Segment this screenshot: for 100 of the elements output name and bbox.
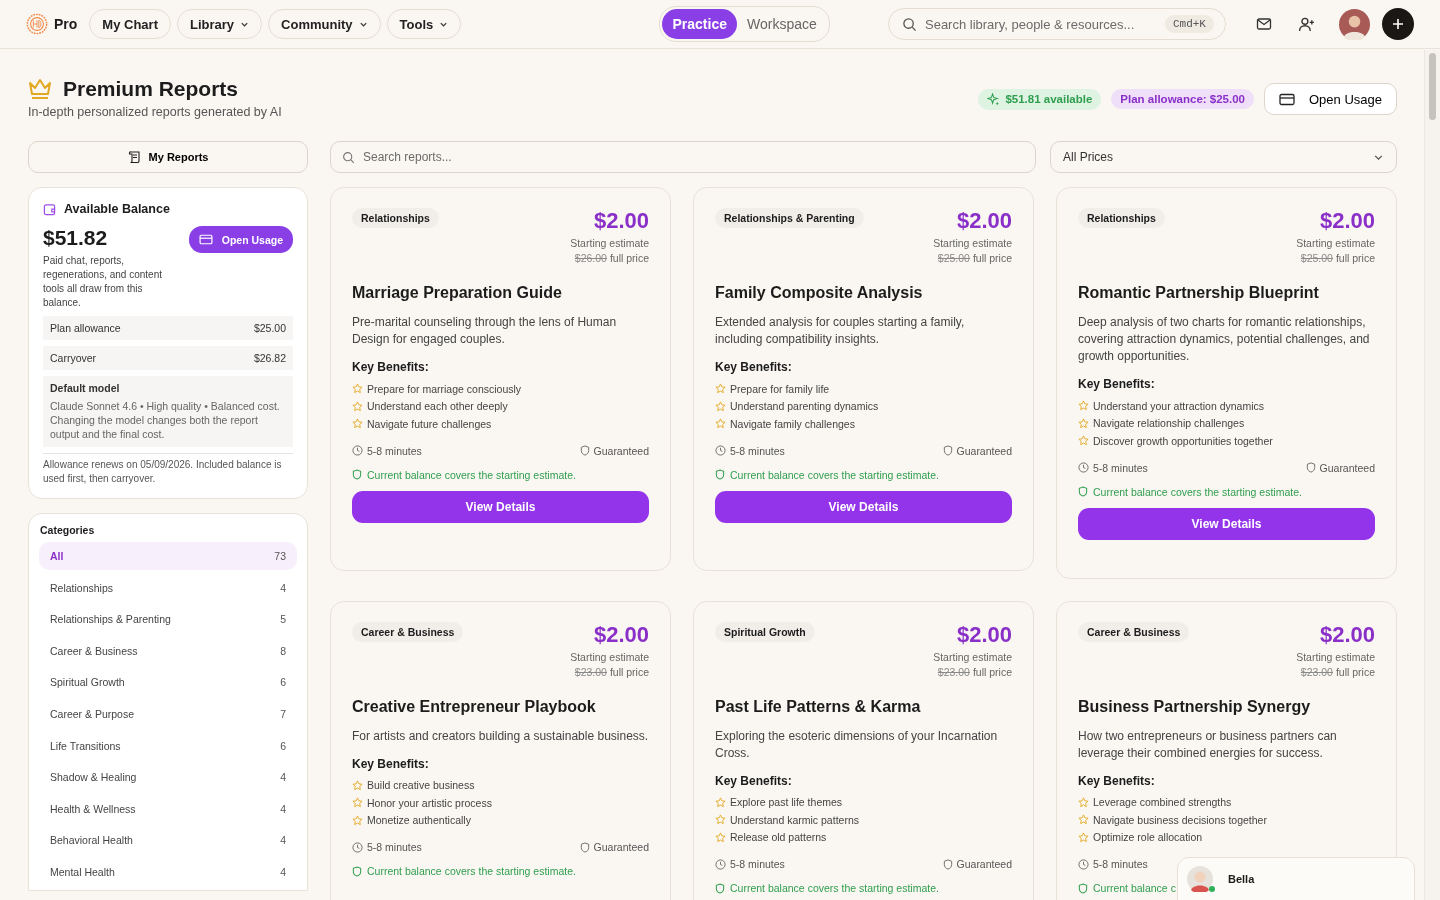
scrollbar-thumb[interactable]: [1429, 53, 1436, 120]
price-filter-dropdown[interactable]: All Prices: [1050, 141, 1397, 173]
category-item[interactable]: Life Transitions 6: [39, 731, 297, 760]
nav-menu-button[interactable]: Community: [268, 9, 381, 39]
category-label: Health & Wellness: [50, 802, 136, 815]
star-icon: [352, 400, 363, 412]
shield-icon: [352, 865, 362, 877]
duration: 5-8 minutes: [1093, 858, 1148, 870]
shield-icon: [1305, 462, 1316, 473]
duration: 5-8 minutes: [367, 841, 422, 853]
category-count: 73: [274, 550, 286, 562]
category-tag: Career & Business: [352, 621, 464, 642]
star-icon: [1078, 400, 1089, 412]
star-icon: [715, 796, 726, 808]
category-item[interactable]: Health & Wellness 4: [39, 794, 297, 823]
category-item[interactable]: Career & Purpose 7: [39, 699, 297, 728]
report-title: Romantic Partnership Blueprint: [1078, 284, 1320, 302]
benefit-text: Honor your artistic process: [367, 796, 492, 809]
benefit-text: Discover growth opportunities together: [1093, 434, 1273, 447]
category-label: Shadow & Healing: [50, 771, 137, 784]
report-title: Family Composite Analysis: [715, 284, 924, 302]
report-description: For artists and creators building a sustainable business.: [352, 727, 649, 745]
coverage-note: Current balance covers the starting estimate.: [730, 468, 939, 481]
shield-icon: [715, 469, 725, 480]
category-item[interactable]: Behavioral Health 4: [39, 826, 297, 855]
benefit-text: Build creative business: [367, 779, 475, 792]
balance-title: Available Balance: [64, 202, 170, 216]
page-subtitle: In-depth personalized reports generated by AI: [28, 105, 282, 119]
mode-tab[interactable]: Workspace: [736, 9, 827, 39]
search-icon: [902, 17, 917, 32]
benefit-text: Explore past life themes: [730, 796, 843, 809]
view-details-button[interactable]: View Details: [715, 490, 1012, 523]
page-title: Premium Reports: [63, 77, 239, 101]
category-label: Relationships & Parenting: [50, 613, 171, 626]
open-usage-button[interactable]: Open Usage: [188, 226, 293, 253]
duration: 5-8 minutes: [730, 858, 785, 870]
nav-menu-button[interactable]: Tools: [386, 9, 462, 39]
view-details-button[interactable]: View Details: [1078, 507, 1375, 540]
mode-tab[interactable]: Practice: [662, 9, 737, 39]
crown-icon: [28, 78, 52, 100]
price: $2.00: [592, 621, 649, 648]
open-usage-button[interactable]: Open Usage: [1264, 83, 1397, 115]
benefit-text: Understand your attraction dynamics: [1093, 399, 1264, 412]
plus-icon: [1392, 18, 1404, 30]
renewal-note: Allowance renews on 05/09/2026. Included balance is used first, then carryover.: [43, 453, 293, 486]
category-item[interactable]: All 73: [39, 542, 297, 570]
my-reports-button[interactable]: My Reports: [28, 141, 308, 173]
benefit-text: Monetize authentically: [367, 814, 471, 827]
shortcut-hint: Cmd+K: [1164, 15, 1214, 33]
clock-icon: [1078, 462, 1089, 473]
category-label: Career & Purpose: [50, 707, 135, 720]
benefit-text: Prepare for family life: [730, 382, 830, 395]
user-avatar[interactable]: [1339, 8, 1370, 40]
star-icon: [352, 779, 363, 791]
category-item[interactable]: Relationships & Parenting 5: [39, 605, 297, 634]
chat-widget[interactable]: Bella: [1177, 857, 1415, 900]
report-title: Creative Entrepreneur Playbook: [352, 697, 597, 716]
add-button[interactable]: [1382, 8, 1414, 40]
category-item[interactable]: Mental Health 4: [39, 857, 297, 886]
brand-name: Pro: [54, 16, 78, 32]
star-icon: [1078, 417, 1089, 429]
categories-title: Categories: [40, 524, 96, 536]
row-label: Carryover: [50, 352, 97, 364]
category-tag: Relationships: [352, 208, 439, 228]
allowance-badge: Plan allowance: $25.00: [1111, 89, 1254, 109]
benefits-heading: Key Benefits:: [352, 360, 430, 374]
price: $2.00: [1318, 208, 1375, 234]
category-item[interactable]: Spiritual Growth 6: [39, 668, 297, 697]
add-user-icon[interactable]: [1298, 15, 1315, 33]
category-item[interactable]: Relationships 4: [39, 573, 297, 602]
shield-icon: [942, 858, 953, 870]
full-price: $23.00: [1300, 665, 1333, 678]
coverage-note: Current balance covers the starting estimate.: [1093, 485, 1302, 498]
clock-icon: [1078, 858, 1089, 870]
star-icon: [715, 831, 726, 843]
full-price-label: full price: [972, 252, 1012, 264]
price: $2.00: [955, 208, 1012, 234]
category-count: 8: [280, 644, 286, 657]
report-description: Pre-marital counseling through the lens of Human Design for engaged couples.: [352, 314, 618, 348]
coverage-note: Current balance covers the starting estimate.: [730, 882, 939, 894]
full-price: $25.00: [937, 252, 970, 264]
category-item[interactable]: Shadow & Healing 4: [39, 763, 297, 792]
category-item[interactable]: Career & Business 8: [39, 636, 297, 665]
price-note: Starting estimate: [933, 650, 1012, 663]
report-search-field[interactable]: Search reports...: [330, 141, 1036, 173]
benefit-text: Navigate future challenges: [367, 417, 492, 430]
scroll-icon: [127, 150, 142, 164]
star-icon: [352, 797, 363, 809]
mail-icon[interactable]: [1256, 16, 1272, 32]
nav-menu-button[interactable]: Library: [176, 9, 263, 39]
full-price: $23.00: [937, 665, 970, 678]
benefits-heading: Key Benefits:: [715, 360, 793, 374]
duration: 5-8 minutes: [730, 444, 785, 457]
nav-menu-button[interactable]: My Chart: [89, 9, 171, 39]
benefit-text: Navigate business decisions together: [1093, 813, 1267, 826]
row-value: $25.00: [253, 322, 286, 334]
star-icon: [1078, 796, 1089, 808]
shield-icon: [942, 445, 953, 456]
star-icon: [1078, 831, 1089, 843]
view-details-button[interactable]: View Details: [352, 490, 649, 523]
